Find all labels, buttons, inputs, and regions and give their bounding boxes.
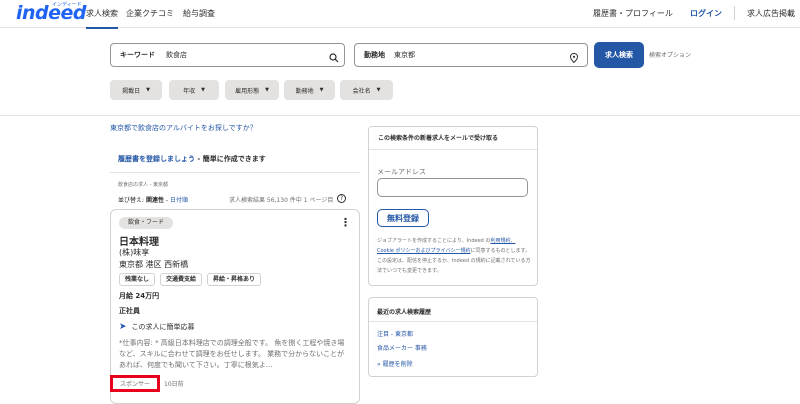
- filter-location[interactable]: 勤務地 ▼: [284, 80, 335, 100]
- easy-apply: ➤ この求人に簡単応募: [119, 322, 195, 332]
- results-divider: [110, 172, 360, 173]
- indeed-logo-subtext: インディード: [52, 2, 82, 8]
- location-label: 勤務地: [364, 51, 385, 59]
- employment-type: 正社員: [119, 307, 140, 315]
- chevron-down-icon: ▼: [201, 87, 205, 93]
- resume-prompt: 履歴書を登録しましょう - 簡単に作成できます: [118, 154, 266, 164]
- job-snippet: *仕事内容: * 高級日本料理店での調理全般です。 魚を捌く工程や焼き場など、ス…: [119, 339, 345, 369]
- nav-company-reviews[interactable]: 企業クチコミ: [126, 8, 174, 19]
- keyword-label: キーワード: [120, 51, 155, 59]
- filter-company[interactable]: 会社名 ▼: [340, 80, 393, 100]
- filter-employment-type[interactable]: 雇用形態 ▼: [225, 80, 279, 100]
- clear-history-link[interactable]: » 履歴を削除: [377, 359, 413, 368]
- result-count: 求人検索結果 56,130 件中 1 ページ目: [229, 197, 334, 204]
- recent-divider: [369, 321, 537, 322]
- tag-no-overtime: 残業なし: [119, 273, 156, 286]
- search-icon[interactable]: [328, 49, 340, 63]
- sort-prefix: 並び替え:: [118, 197, 146, 204]
- consent-text-1: ジョブアラートを作成することにより、Indeed の: [377, 238, 491, 244]
- job-location: 東京都 港区 西新橋: [119, 260, 189, 269]
- posted-date: 10日前: [164, 381, 184, 388]
- top-header: indeed インディード 求人検索 企業クチコミ 給与調査 履歴書・プロフィー…: [0, 0, 800, 29]
- chevron-down-icon: ▼: [146, 87, 150, 93]
- resume-prompt-text: - 簡単に作成できます: [195, 155, 266, 163]
- salary: 月給 24万円: [119, 292, 160, 300]
- sort-relevance: 関連性: [145, 197, 164, 204]
- sponsor-label: スポンサー: [120, 381, 151, 388]
- resume-link[interactable]: 履歴書を登録しましょう: [118, 155, 195, 163]
- category-badge: 飲食・フード: [119, 217, 174, 229]
- tag-raise: 昇給・昇格あり: [207, 273, 262, 286]
- chevron-down-icon: ▼: [319, 87, 324, 93]
- recent-search-item[interactable]: 注目 - 東京都: [377, 329, 413, 338]
- recent-search-item[interactable]: 食品メーカー 事務: [377, 343, 427, 352]
- kebab-icon[interactable]: ⋮: [340, 216, 351, 229]
- easy-apply-label: この求人に簡単応募: [131, 323, 195, 331]
- filter-employment-type-label: 雇用形態: [235, 87, 260, 95]
- nav-job-search[interactable]: 求人検索: [86, 8, 118, 29]
- search-button[interactable]: 求人検索: [594, 42, 644, 68]
- filter-company-label: 会社名: [352, 87, 371, 95]
- filter-location-label: 勤務地: [295, 87, 314, 95]
- help-icon[interactable]: ?: [337, 194, 346, 203]
- search-options-link[interactable]: 検索オプション: [649, 50, 691, 59]
- email-field[interactable]: [377, 178, 528, 197]
- section-divider: [0, 115, 800, 116]
- breadcrumb: 飲食店の求人 - 東京都: [118, 182, 168, 188]
- sort-control: 並び替え: 関連性 - 日付順: [118, 195, 188, 204]
- nav-profile[interactable]: 履歴書・プロフィール: [593, 8, 673, 19]
- login-link[interactable]: ログイン: [690, 8, 722, 19]
- nav-salary-search[interactable]: 給与調査: [183, 8, 215, 19]
- email-label: メールアドレス: [377, 168, 426, 176]
- part-time-promo-link[interactable]: 東京都で飲食店のアルバイトをお探しですか？: [110, 123, 257, 133]
- job-title[interactable]: 日本料理: [119, 233, 159, 248]
- recent-searches-heading: 最近の求人検索履歴: [377, 309, 432, 316]
- location-input[interactable]: [394, 48, 554, 62]
- chevron-down-icon: ▼: [265, 87, 269, 93]
- filter-date-label: 掲載日: [122, 87, 141, 95]
- filter-date[interactable]: 掲載日 ▼: [110, 80, 162, 100]
- filter-salary[interactable]: 年収 ▼: [169, 80, 219, 100]
- keyword-input[interactable]: [166, 48, 316, 62]
- alert-divider: [369, 149, 537, 150]
- arrow-right-icon: ➤: [119, 322, 127, 332]
- location-search-box[interactable]: 勤務地: [354, 43, 588, 67]
- employer-link[interactable]: 求人広告掲載: [747, 8, 795, 19]
- company-name: (株)味享: [119, 248, 150, 257]
- free-register-button[interactable]: 無料登録: [377, 209, 429, 227]
- consent-text: ジョブアラートを作成することにより、Indeed の利用規約、Cookie ポリ…: [377, 236, 532, 276]
- location-pin-icon[interactable]: [568, 49, 580, 64]
- tag-transport: 交通費支給: [160, 273, 203, 286]
- header-divider: [734, 6, 735, 20]
- job-alert-heading: この検索条件の新着求人をメールで受け取る: [378, 135, 499, 142]
- keyword-search-box[interactable]: キーワード: [110, 43, 345, 67]
- filter-salary-label: 年収: [183, 87, 196, 95]
- chevron-down-icon: ▼: [376, 87, 381, 93]
- sort-by-date-link[interactable]: 日付順: [170, 197, 188, 204]
